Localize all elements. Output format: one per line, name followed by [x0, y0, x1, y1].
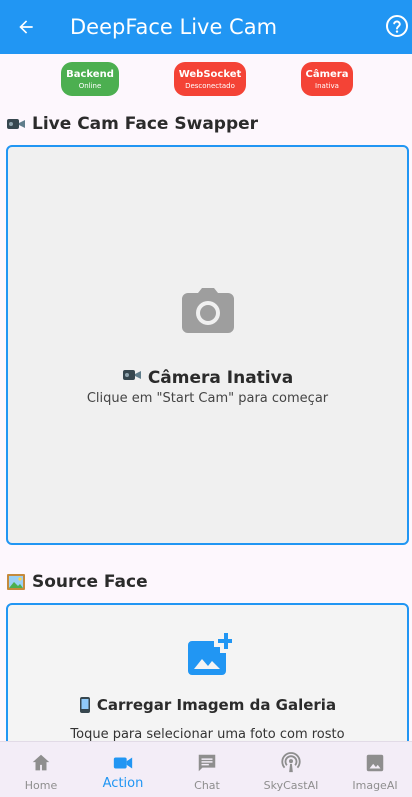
image-icon: [366, 754, 384, 772]
status-row: Backend Online WebSocket Desconectado Câ…: [0, 62, 412, 96]
videocam-icon: [113, 757, 133, 769]
mobile-phone-icon: [79, 696, 91, 718]
badge-subtitle: Online: [78, 81, 102, 90]
upload-title-text: Carregar Imagem da Galeria: [96, 696, 337, 714]
upload-hint: Toque para selecionar uma foto com rosto: [70, 727, 345, 742]
bottom-navigation: Home Action Chat SkyCastAI ImageAI: [0, 741, 412, 797]
app-bar: DeepFace Live Cam: [0, 0, 412, 54]
podcast-icon: [281, 752, 301, 773]
status-badge-camera: Câmera Inativa: [301, 62, 353, 96]
chat-icon: [198, 754, 216, 772]
section-title-text: Live Cam Face Swapper: [32, 114, 259, 134]
camera-state: Câmera Inativa: [8, 367, 407, 388]
badge-title: Câmera: [305, 68, 349, 80]
nav-item-skycastai[interactable]: SkyCastAI: [250, 742, 332, 797]
framed-picture-icon: [6, 573, 26, 591]
status-badge-backend: Backend Online: [61, 62, 119, 96]
nav-label: Action: [102, 776, 144, 791]
add-photo-icon: [188, 633, 232, 675]
arrow-back-icon: [19, 20, 33, 34]
video-camera-icon: [6, 115, 26, 133]
camera-icon: [182, 288, 234, 333]
nav-label: Home: [24, 779, 58, 792]
nav-item-chat[interactable]: Chat: [166, 742, 248, 797]
nav-label: SkyCastAI: [263, 779, 319, 792]
section-title-text: Source Face: [32, 572, 148, 592]
nav-label: Chat: [194, 779, 220, 792]
camera-preview[interactable]: Câmera Inativa Clique em "Start Cam" par…: [6, 145, 409, 545]
nav-label: ImageAI: [352, 779, 398, 792]
badge-title: WebSocket: [178, 68, 242, 80]
nav-item-home[interactable]: Home: [0, 742, 82, 797]
home-icon: [32, 754, 50, 771]
page-title: DeepFace Live Cam: [70, 15, 278, 39]
camera-hint: Clique em "Start Cam" para começar: [86, 391, 329, 406]
help-button[interactable]: [385, 14, 409, 38]
badge-subtitle: Inativa: [315, 81, 339, 90]
live-cam-section-title: Live Cam Face Swapper: [6, 114, 258, 134]
status-badge-websocket: WebSocket Desconectado: [174, 62, 246, 96]
upload-title: Carregar Imagem da Galeria: [8, 696, 407, 718]
back-button[interactable]: [12, 13, 40, 41]
badge-title: Backend: [66, 68, 114, 80]
nav-item-action[interactable]: Action: [82, 742, 164, 797]
camera-state-title: Câmera Inativa: [147, 367, 294, 388]
badge-subtitle: Desconectado: [185, 81, 235, 90]
source-face-section-title: Source Face: [6, 572, 148, 592]
nav-item-imageai[interactable]: ImageAI: [334, 742, 412, 797]
video-camera-icon: [122, 367, 142, 388]
help-icon: [386, 15, 408, 37]
